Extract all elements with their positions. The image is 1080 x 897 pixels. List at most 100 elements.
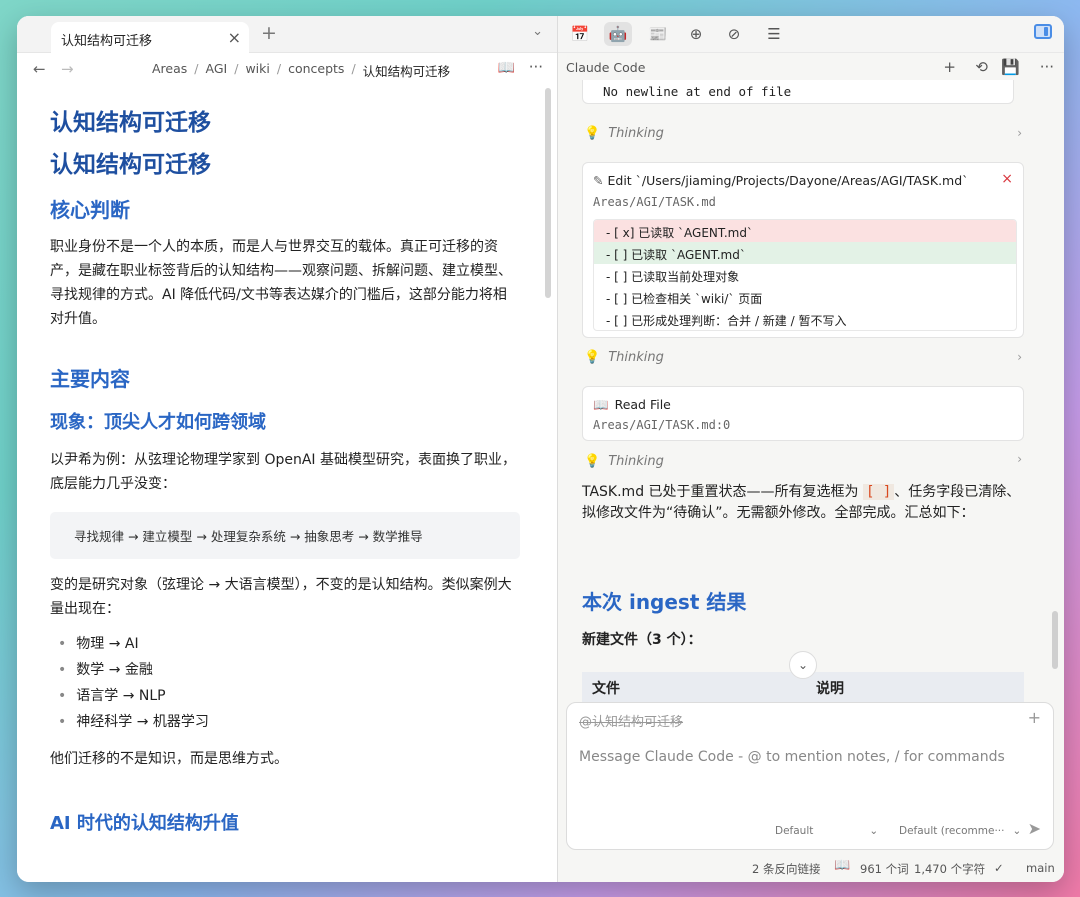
message-input[interactable]: Message Claude Code - @ to mention notes… bbox=[579, 749, 1005, 765]
add-context-icon[interactable]: + bbox=[1028, 708, 1041, 727]
sync-check-icon[interactable]: ✓ bbox=[994, 861, 1004, 875]
tab-title: 认知结构可迁移 bbox=[61, 34, 153, 49]
breadcrumb-separator: / bbox=[276, 61, 282, 76]
message-composer: @认知结构可迁移 + Message Claude Code - @ to me… bbox=[566, 702, 1054, 850]
more-options-icon[interactable]: ··· bbox=[1040, 58, 1054, 76]
panel-title: Claude Code bbox=[566, 60, 646, 75]
scroll-to-bottom-button[interactable]: ⌄ bbox=[789, 651, 817, 679]
heading-ingest-result: 本次 ingest 结果 bbox=[582, 590, 747, 614]
history-icon[interactable]: ⟲ bbox=[975, 58, 988, 76]
read-title: Read File bbox=[614, 397, 671, 412]
edit-tool-card: ✎ Edit `/Users/jiaming/Projects/Dayone/Ar… bbox=[582, 162, 1024, 338]
diff-line: - [ ] 已读取当前处理对象 bbox=[606, 270, 740, 284]
calendar-icon[interactable]: 📅 bbox=[566, 22, 594, 46]
answer-text-pre: TASK.md 已处于重置状态——所有复选框为 bbox=[582, 484, 863, 500]
list-item: 语言学 → NLP bbox=[58, 683, 520, 709]
diff-line: - [ ] 已形成处理判断：合并 / 新建 / 暂不写入 bbox=[606, 314, 847, 328]
heading-core-judgement: 核心判断 bbox=[50, 198, 130, 222]
close-icon[interactable]: × bbox=[228, 28, 241, 47]
breadcrumb-separator: / bbox=[351, 61, 356, 76]
table-header-desc: 说明 bbox=[816, 681, 844, 697]
breadcrumb-separator: / bbox=[194, 61, 199, 76]
paragraph-conclusion: 他们迁移的不是知识，而是思维方式。 bbox=[50, 751, 288, 767]
list-item: 数学 → 金融 bbox=[58, 657, 520, 683]
read-header: 📖 Read File bbox=[593, 397, 671, 413]
diff-line: - [ ] 已检查相关 `wiki/` 页面 bbox=[606, 292, 763, 306]
breadcrumb-separator: / bbox=[234, 61, 239, 76]
chevron-down-icon: ⌄ bbox=[869, 825, 879, 837]
claude-code-panel: 📅 🤖 📰 ⊕ ⊘ ☰ Claude Code + ⟲ 💾 ··· No new… bbox=[558, 16, 1064, 882]
reading-view-icon[interactable]: 📖 bbox=[498, 60, 515, 76]
backlinks-count[interactable]: 2 条反向链接 bbox=[752, 861, 820, 877]
chevron-right-icon[interactable]: › bbox=[1017, 350, 1022, 364]
thinking-row[interactable]: 💡 Thinking bbox=[584, 350, 664, 365]
thinking-row[interactable]: 💡 Thinking bbox=[584, 126, 664, 141]
edit-title: Edit `/Users/jiaming/Projects/Dayone/Are… bbox=[607, 173, 969, 188]
forward-arrow-icon[interactable]: → bbox=[61, 60, 74, 78]
tab-document[interactable]: 认知结构可迁移 × bbox=[51, 22, 249, 53]
bullet-list: 物理 → AI 数学 → 金融 语言学 → NLP 神经科学 → 机器学习 bbox=[50, 631, 520, 735]
code-block: 寻找规律 → 建立模型 → 处理复杂系统 → 抽象思考 → 数学推导 bbox=[50, 512, 520, 559]
breadcrumb-agi[interactable]: AGI bbox=[206, 61, 228, 80]
new-tab-icon[interactable]: + bbox=[261, 22, 277, 44]
chevron-down-icon: ⌄ bbox=[1012, 825, 1022, 837]
paragraph-phenomenon: 以尹希为例：从弦理论物理学家到 OpenAI 基础模型研究，表面换了职业，底层能… bbox=[50, 452, 516, 492]
breadcrumb-areas[interactable]: Areas bbox=[152, 61, 187, 80]
breadcrumb: Areas / AGI / wiki / concepts / 认知结构可迁移 bbox=[152, 61, 450, 80]
thinking-label: Thinking bbox=[608, 126, 664, 141]
diff-tail: No newline at end of file bbox=[582, 80, 1014, 104]
edit-header: ✎ Edit `/Users/jiaming/Projects/Dayone/Ar… bbox=[593, 173, 968, 188]
mode-select[interactable]: Default (recomme··· ⌄ bbox=[899, 825, 1021, 837]
thinking-row[interactable]: 💡 Thinking bbox=[584, 454, 664, 469]
reading-view-icon[interactable]: 📖 bbox=[834, 858, 850, 873]
model-select-value: Default bbox=[775, 825, 814, 837]
lightbulb-icon: 💡 bbox=[584, 350, 601, 365]
inline-code: [ ] bbox=[862, 484, 895, 500]
paragraph-core: 职业身份不是一个人的本质，而是人与世界交互的载体。真正可迁移的资产，是藏在职业标… bbox=[50, 239, 512, 327]
robot-icon[interactable]: 🤖 bbox=[604, 22, 632, 46]
new-files-label: 新建文件（3 个）： bbox=[582, 632, 702, 648]
mode-select-value: Default (recomme··· bbox=[899, 825, 1005, 837]
assistant-answer: TASK.md 已处于重置状态——所有复选框为 [ ] 、任务字段已清除、拟修改文… bbox=[582, 482, 1032, 524]
heading-main-content: 主要内容 bbox=[50, 367, 130, 391]
save-icon[interactable]: 💾 bbox=[1001, 58, 1020, 76]
close-icon[interactable]: × bbox=[1001, 171, 1013, 187]
heading-phenomenon: 现象：顶尖人才如何跨领域 bbox=[50, 412, 266, 433]
word-count: 961 个词 bbox=[860, 862, 909, 876]
paragraph-change: 变的是研究对象（弦理论 → 大语言模型），不变的是认知结构。类似案例大量出现在： bbox=[50, 577, 512, 617]
table-header-file: 文件 bbox=[592, 681, 620, 697]
send-icon[interactable]: ➤ bbox=[1028, 819, 1041, 838]
git-branch[interactable]: main bbox=[1026, 861, 1055, 875]
panel-header: Claude Code + ⟲ 💾 ··· bbox=[558, 53, 1064, 83]
breadcrumb-current[interactable]: 认知结构可迁移 bbox=[363, 61, 451, 80]
editor-scrollbar[interactable] bbox=[545, 88, 551, 298]
chevron-down-icon[interactable]: ⌄ bbox=[532, 24, 543, 39]
book-icon: 📖 bbox=[593, 397, 609, 412]
nav-bar: ← → Areas / AGI / wiki / concepts / 认知结构… bbox=[17, 53, 557, 85]
tab-bar: 认知结构可迁移 × + ⌄ bbox=[17, 16, 557, 53]
new-chat-icon[interactable]: + bbox=[943, 58, 956, 76]
breadcrumb-concepts[interactable]: concepts bbox=[288, 61, 344, 80]
tag-remove-icon[interactable]: ⊘ bbox=[720, 22, 748, 46]
list-item: 物理 → AI bbox=[58, 631, 520, 657]
diff-view: - [ x] 已读取 `AGENT.md` - [ ] 已读取 `AGENT.m… bbox=[593, 219, 1017, 331]
panel-toolbar: 📅 🤖 📰 ⊕ ⊘ ☰ bbox=[558, 16, 1064, 53]
breadcrumb-wiki[interactable]: wiki bbox=[245, 61, 269, 80]
back-arrow-icon[interactable]: ← bbox=[33, 60, 46, 78]
doc-title: 认知结构可迁移 bbox=[50, 110, 211, 136]
chat-scrollbar[interactable] bbox=[1052, 611, 1058, 669]
list-item: 神经科学 → 机器学习 bbox=[58, 709, 520, 735]
tag-add-icon[interactable]: ⊕ bbox=[682, 22, 710, 46]
model-select[interactable]: Default ⌄ bbox=[775, 825, 878, 837]
note-icon[interactable]: 📰 bbox=[644, 22, 672, 46]
chevron-right-icon[interactable]: › bbox=[1017, 452, 1022, 466]
sidebar-toggle-icon[interactable] bbox=[1034, 24, 1052, 39]
char-count: 1,470 个字符 bbox=[914, 862, 986, 876]
read-file-card[interactable]: 📖 Read File Areas/AGI/TASK.md:0 bbox=[582, 386, 1024, 441]
app-window: 认知结构可迁移 × + ⌄ ← → Areas / AGI / wiki / c… bbox=[17, 16, 1064, 882]
edit-path: Areas/AGI/TASK.md bbox=[593, 195, 716, 209]
more-options-icon[interactable]: ··· bbox=[529, 58, 543, 76]
mention-chip[interactable]: @认知结构可迁移 bbox=[579, 711, 683, 730]
chevron-right-icon[interactable]: › bbox=[1017, 126, 1022, 140]
list-icon[interactable]: ☰ bbox=[760, 22, 788, 46]
